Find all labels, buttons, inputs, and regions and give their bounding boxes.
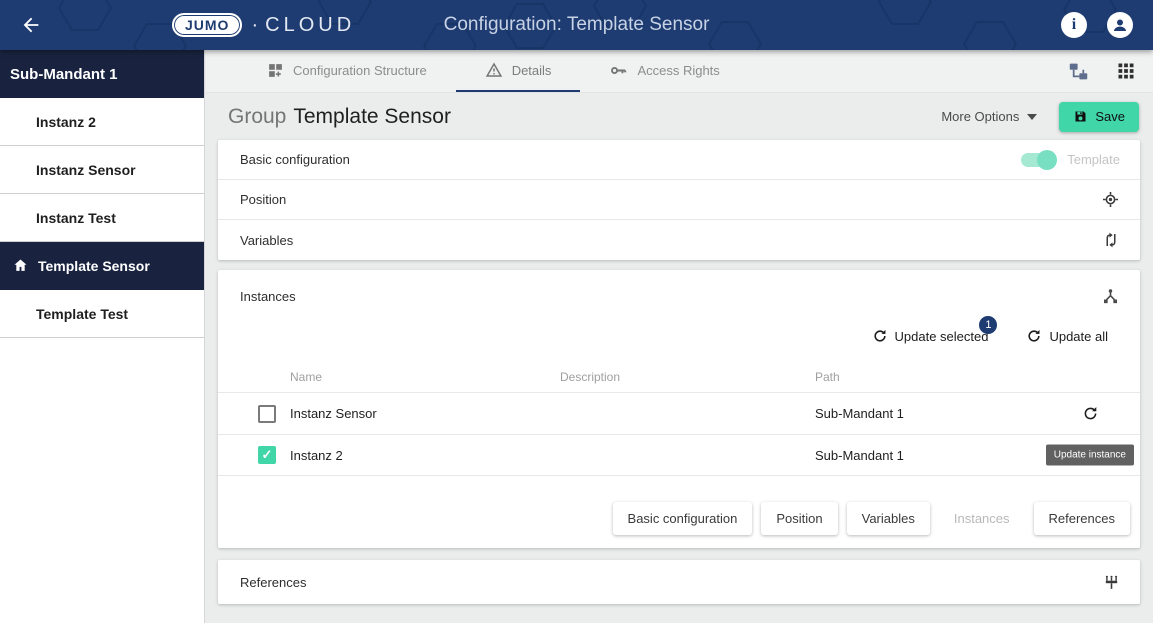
brand-logo: JUMO · CLOUD [172, 13, 355, 37]
table-row-instanz-2[interactable]: ✓ Instanz 2 Sub-Mandant 1 Update instanc… [218, 434, 1140, 476]
tab-strip: Configuration Structure Details Access R… [238, 50, 749, 92]
gps-fixed-icon [1102, 191, 1119, 208]
section-basic-configuration[interactable]: Basic configuration Template [218, 140, 1140, 180]
references-card[interactable]: References [218, 560, 1140, 604]
chevron-down-icon [1027, 113, 1038, 120]
apps-grid-icon[interactable] [1117, 62, 1135, 80]
save-floppy-icon [1075, 111, 1086, 122]
refresh-row-icon[interactable] [1082, 405, 1099, 422]
instances-card: Instances Update selected 1 Update all N… [218, 270, 1140, 548]
more-options-label: More Options [941, 109, 1020, 124]
tab-label: Details [511, 62, 552, 78]
sidebar-item-instanz-sensor[interactable]: Instanz Sensor [0, 146, 204, 194]
row-checkbox-unchecked[interactable] [258, 404, 276, 423]
sidebar-item-label: Instanz Sensor [36, 161, 136, 178]
topbar-actions: i [1061, 12, 1133, 38]
jump-button-instances: Instances [939, 502, 1025, 535]
page-header-actions: More Options Save [941, 101, 1139, 132]
entity-name: Template Sensor [293, 104, 451, 128]
save-button[interactable]: Save [1059, 101, 1139, 132]
update-all-label: Update all [1049, 328, 1108, 344]
row-checkbox-checked[interactable]: ✓ [258, 446, 276, 464]
back-arrow-icon [23, 17, 39, 33]
toggle-knob [1037, 149, 1058, 170]
instances-label: Instances [240, 289, 296, 304]
swap-curves-icon [1106, 232, 1116, 248]
refresh-icon [873, 329, 886, 342]
instances-table: Name Description Path Instanz Sensor Sub… [218, 362, 1140, 476]
section-label: Basic configuration [240, 152, 350, 167]
tab-toolbar: Configuration Structure Details Access R… [206, 50, 1153, 93]
save-label: Save [1095, 109, 1125, 124]
section-jump-buttons: Basic configuration Position Variables I… [218, 502, 1140, 535]
jump-button-position[interactable]: Position [761, 502, 838, 535]
top-app-bar: JUMO · CLOUD Configuration: Template Sen… [0, 0, 1153, 50]
tab-label: Access Rights [637, 62, 720, 78]
tree-view-icon[interactable] [1068, 61, 1089, 82]
page-title: Configuration: Template Sensor [443, 14, 710, 35]
update-all-button[interactable]: Update all [1026, 328, 1108, 344]
update-actions-row: Update selected 1 Update all [218, 316, 1140, 344]
sidebar: Sub-Mandant 1 Instanz 2 Instanz Sensor I… [0, 50, 205, 623]
jump-button-variables[interactable]: Variables [846, 502, 930, 535]
home-icon [14, 259, 27, 271]
cell-path: Sub-Mandant 1 [815, 406, 904, 421]
sidebar-item-label: Template Sensor [38, 257, 150, 274]
cloud-logo: CLOUD [265, 13, 356, 36]
key-icon [611, 66, 627, 74]
logo-separator: · [251, 13, 259, 36]
cell-name: Instanz Sensor [290, 406, 377, 421]
main-content: Configuration Structure Details Access R… [206, 50, 1153, 623]
update-selected-button[interactable]: Update selected 1 [872, 316, 998, 344]
jumo-logo: JUMO [172, 13, 243, 37]
refresh-icon [1028, 329, 1041, 342]
sidebar-item-label: Instanz 2 [36, 113, 96, 130]
selected-count-badge: 1 [979, 316, 998, 334]
entity-type-label: Group [228, 104, 287, 128]
template-toggle[interactable] [1021, 149, 1058, 170]
sidebar-header-mandant: Sub-Mandant 1 [0, 50, 204, 98]
tab-configuration-structure[interactable]: Configuration Structure [238, 50, 456, 92]
person-glyph [1114, 19, 1126, 31]
section-label: Position [240, 192, 287, 207]
page-header-row: Group Template Sensor More Options Save [206, 93, 1153, 140]
sidebar-item-instanz-2[interactable]: Instanz 2 [0, 98, 204, 146]
account-icon[interactable] [1107, 12, 1133, 38]
column-header-description: Description [560, 370, 621, 384]
template-toggle-group: Template [1021, 149, 1120, 170]
warning-triangle-icon [485, 62, 502, 77]
references-label: References [240, 574, 307, 590]
toolbar-right-icons [1068, 50, 1135, 92]
back-button[interactable] [16, 10, 46, 40]
instances-header: Instances [218, 270, 1140, 308]
table-header-row: Name Description Path [218, 362, 1140, 392]
tab-details[interactable]: Details [455, 50, 581, 92]
update-selected-label: Update selected [894, 328, 989, 344]
sidebar-item-template-test[interactable]: Template Test [0, 290, 204, 338]
table-row-instanz-sensor[interactable]: Instanz Sensor Sub-Mandant 1 [218, 392, 1140, 434]
device-hub-icon[interactable] [1101, 287, 1120, 306]
sidebar-item-template-sensor[interactable]: Template Sensor [0, 242, 204, 290]
tab-label: Configuration Structure [293, 62, 427, 78]
column-header-name: Name [290, 370, 323, 384]
more-options-button[interactable]: More Options [941, 109, 1038, 124]
column-header-path: Path [815, 370, 840, 384]
jump-button-basic-configuration[interactable]: Basic configuration [612, 502, 753, 535]
info-icon[interactable]: i [1061, 12, 1087, 38]
section-label: Variables [240, 232, 294, 248]
grid-plus-icon [269, 63, 282, 77]
input-composite-icon [1105, 575, 1118, 589]
template-toggle-label: Template [1067, 152, 1120, 167]
section-variables[interactable]: Variables [218, 220, 1140, 260]
update-instance-tooltip: Update instance [1045, 444, 1134, 466]
settings-accordion-card: Basic configuration Template Position Va… [218, 140, 1140, 260]
sidebar-item-label: Instanz Test [36, 209, 116, 226]
sidebar-item-instanz-test[interactable]: Instanz Test [0, 194, 204, 242]
section-position[interactable]: Position [218, 180, 1140, 220]
cell-path: Sub-Mandant 1 [815, 447, 904, 463]
tab-access-rights[interactable]: Access Rights [580, 50, 748, 92]
jump-button-references[interactable]: References [1033, 502, 1130, 535]
sidebar-item-label: Template Test [36, 305, 129, 322]
cell-name: Instanz 2 [290, 447, 343, 463]
